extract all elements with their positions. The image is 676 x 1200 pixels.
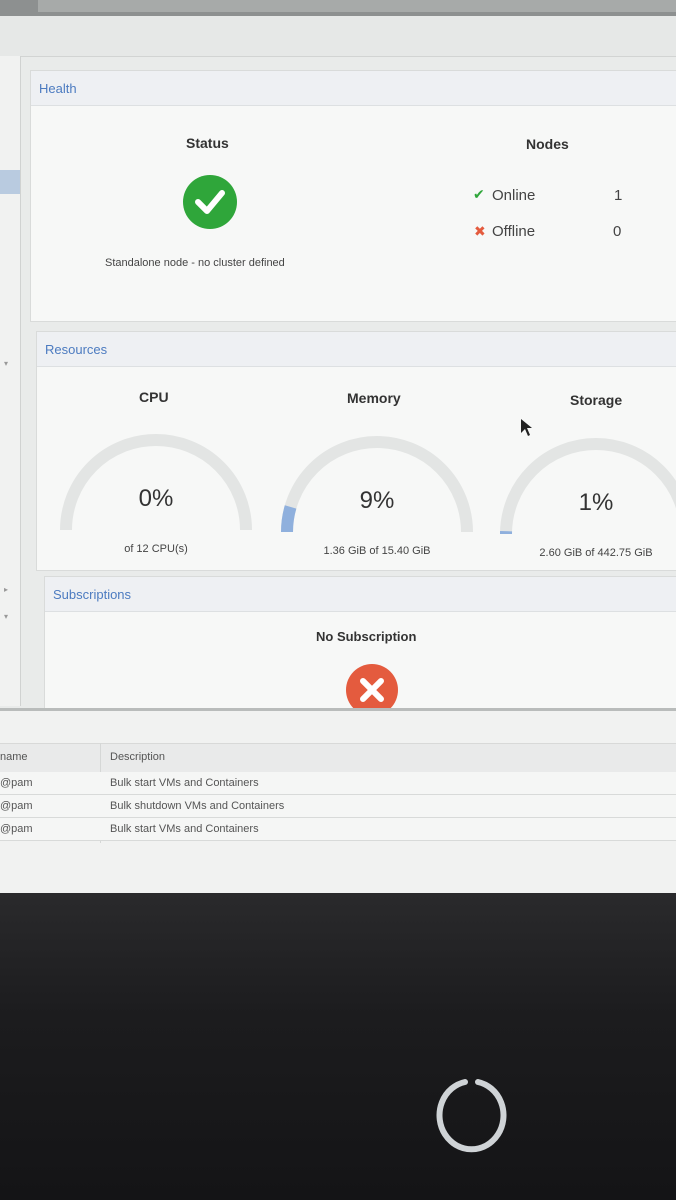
storage-label: Storage (570, 392, 623, 408)
check-circle-icon (183, 175, 237, 229)
mouse-cursor-icon (521, 419, 532, 436)
status-text: Standalone node - no cluster defined (105, 257, 285, 269)
memory-percent: 9% (359, 487, 395, 514)
memory-detail: 1.36 GiB of 15.40 GiB (323, 545, 431, 557)
column-header-description[interactable]: Description (110, 751, 165, 763)
offline-count: 0 (613, 223, 622, 240)
row-user: @pam (0, 777, 33, 789)
online-check-icon: ✔ (473, 186, 485, 202)
cpu-detail: of 12 CPU(s) (124, 543, 188, 555)
resources-panel-header: Resources (37, 332, 676, 367)
storage-gauge: 1% 2.60 GiB of 442.75 GiB (496, 434, 676, 559)
task-grid-header: name Description (0, 743, 676, 773)
top-bar (0, 0, 676, 16)
row-user: @pam (0, 823, 33, 835)
screen: ▾ ▸ ▾ Health Status Standalone node - no… (0, 0, 676, 893)
collapse-caret-icon[interactable]: ▾ (4, 359, 8, 368)
resources-title: Resources (45, 342, 108, 357)
top-tab (38, 0, 676, 12)
offline-label: Offline (492, 223, 536, 240)
status-label: Status (186, 135, 229, 151)
cpu-percent: 0% (138, 485, 174, 512)
health-title: Health (39, 81, 77, 96)
online-count: 1 (614, 187, 623, 204)
storage-detail: 2.60 GiB of 442.75 GiB (539, 547, 653, 559)
expand-caret-icon[interactable]: ▸ (4, 585, 8, 594)
row-description: Bulk shutdown VMs and Containers (110, 800, 285, 812)
subscriptions-panel-header: Subscriptions (45, 577, 676, 612)
monitor-bezel (0, 893, 676, 1200)
offline-x-icon: ✖ (474, 223, 486, 239)
nodes-label: Nodes (526, 136, 569, 152)
row-description: Bulk start VMs and Containers (110, 823, 259, 835)
health-panel-header: Health (31, 71, 676, 106)
table-row[interactable]: @pam Bulk shutdown VMs and Containers (0, 795, 676, 818)
online-label: Online (492, 187, 536, 204)
row-user: @pam (0, 800, 33, 812)
column-header-name[interactable]: name (0, 751, 28, 763)
row-description: Bulk start VMs and Containers (110, 777, 259, 789)
table-row[interactable]: @pam Bulk start VMs and Containers (0, 772, 676, 795)
subscription-status: No Subscription (316, 629, 417, 644)
table-row[interactable]: @pam Bulk start VMs and Containers (0, 818, 676, 841)
storage-percent: 1% (578, 489, 614, 516)
power-ring-icon (436, 1079, 507, 1153)
memory-label: Memory (347, 390, 401, 406)
task-log-panel: name Description @pam Bulk start VMs and… (0, 708, 676, 893)
cpu-label: CPU (139, 389, 169, 405)
subscriptions-title: Subscriptions (53, 587, 132, 602)
cpu-gauge: 0% of 12 CPU(s) (56, 430, 256, 555)
left-nav: ▾ ▸ ▾ (0, 56, 21, 706)
toolbar (0, 16, 676, 57)
memory-gauge: 9% 1.36 GiB of 15.40 GiB (277, 432, 477, 557)
nav-selected-item[interactable] (0, 170, 20, 194)
health-panel: Health (30, 70, 676, 322)
health-body (31, 106, 676, 321)
collapse-caret-icon[interactable]: ▾ (4, 612, 8, 621)
